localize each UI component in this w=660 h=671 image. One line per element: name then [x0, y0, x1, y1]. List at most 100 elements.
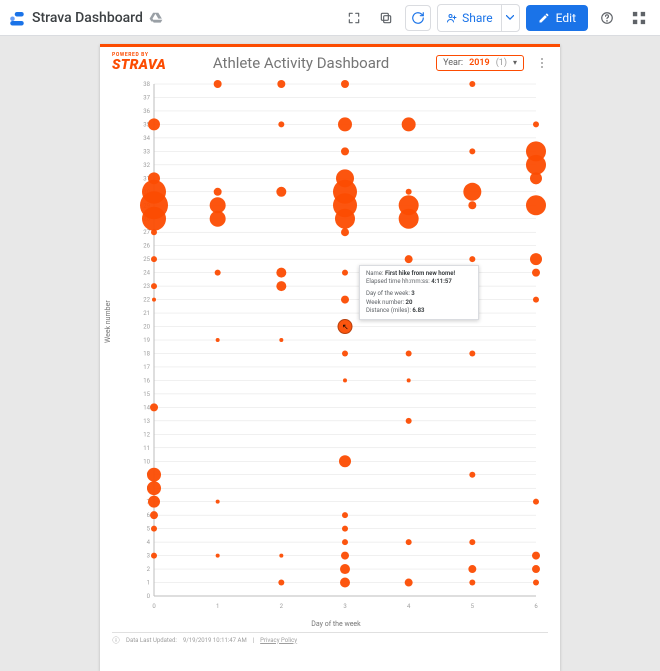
- report-footer: Data Last Updated: 9/19/2019 10:11:47 AM…: [112, 632, 548, 644]
- apps-grid-icon[interactable]: [626, 5, 652, 31]
- bubble[interactable]: [405, 255, 413, 263]
- bubble[interactable]: [142, 207, 166, 231]
- bubble[interactable]: [147, 468, 161, 482]
- bubble[interactable]: [530, 172, 542, 184]
- bubble[interactable]: [214, 188, 222, 196]
- doc-title[interactable]: Strava Dashboard: [32, 10, 143, 26]
- bubble[interactable]: [342, 512, 348, 518]
- bubble[interactable]: [151, 256, 157, 262]
- bubble[interactable]: [148, 118, 160, 130]
- bubble[interactable]: [469, 256, 475, 262]
- bubble[interactable]: [151, 553, 157, 559]
- bubble[interactable]: [340, 578, 350, 588]
- privacy-link[interactable]: Privacy Policy: [260, 637, 297, 644]
- bubble[interactable]: [342, 270, 348, 276]
- svg-text:5: 5: [147, 526, 151, 533]
- bubble[interactable]: [533, 121, 539, 127]
- bubble[interactable]: [151, 526, 157, 532]
- bubble[interactable]: [215, 270, 221, 276]
- datastudio-logo-icon: [8, 9, 26, 27]
- bubble[interactable]: [533, 297, 539, 303]
- bubble[interactable]: [342, 539, 348, 545]
- bubble[interactable]: [279, 338, 283, 342]
- canvas[interactable]: POWERED BY STRAVA Athlete Activity Dashb…: [0, 36, 660, 671]
- bubble[interactable]: [339, 455, 351, 467]
- svg-text:38: 38: [143, 81, 150, 88]
- bubble[interactable]: [469, 350, 475, 356]
- bubble[interactable]: [150, 403, 158, 411]
- fullscreen-button[interactable]: [341, 5, 367, 31]
- svg-text:10: 10: [143, 458, 150, 465]
- bubble[interactable]: [406, 350, 412, 356]
- svg-text:33: 33: [143, 148, 150, 155]
- chart-svg[interactable]: 0123456789101112131415161718192021222324…: [126, 78, 546, 618]
- bubble[interactable]: [469, 472, 475, 478]
- edit-button[interactable]: Edit: [526, 5, 588, 31]
- bubble[interactable]: [463, 183, 481, 201]
- chart-menu-button[interactable]: [536, 58, 548, 68]
- svg-text:0: 0: [147, 593, 151, 600]
- bubble[interactable]: [402, 117, 416, 131]
- help-button[interactable]: [594, 5, 620, 31]
- bubble[interactable]: [341, 228, 349, 236]
- bubble[interactable]: [276, 281, 286, 291]
- bubble[interactable]: [406, 189, 412, 195]
- bubble[interactable]: [278, 580, 284, 586]
- bubble[interactable]: [468, 565, 476, 573]
- bubble[interactable]: [343, 378, 347, 382]
- bubble[interactable]: [526, 195, 546, 215]
- bubble[interactable]: [148, 496, 160, 508]
- refresh-button[interactable]: [405, 5, 431, 31]
- bubble[interactable]: [214, 80, 222, 88]
- bubble[interactable]: [341, 147, 349, 155]
- bubble[interactable]: [338, 117, 352, 131]
- share-button[interactable]: Share: [438, 5, 501, 31]
- svg-text:18: 18: [143, 350, 150, 357]
- bubble[interactable]: [279, 554, 283, 558]
- bubble[interactable]: [150, 511, 158, 519]
- bubble[interactable]: [341, 80, 349, 88]
- bubble[interactable]: [216, 554, 220, 558]
- copy-button[interactable]: [373, 5, 399, 31]
- bubble[interactable]: [278, 121, 284, 127]
- bubble[interactable]: [469, 539, 475, 545]
- share-dropdown[interactable]: [501, 5, 519, 31]
- bubble[interactable]: [152, 298, 156, 302]
- bubble[interactable]: [341, 296, 349, 304]
- bubble[interactable]: [210, 211, 226, 227]
- bubble-chart[interactable]: Week number 0123456789101112131415161718…: [126, 78, 546, 628]
- bubble[interactable]: [469, 81, 475, 87]
- bubble[interactable]: [532, 552, 540, 560]
- bubble[interactable]: [276, 268, 286, 278]
- bubble[interactable]: [532, 269, 540, 277]
- bubble[interactable]: [151, 283, 157, 289]
- bubble[interactable]: [468, 201, 476, 209]
- bubble[interactable]: [335, 209, 355, 229]
- bubble[interactable]: [405, 579, 413, 587]
- bubble[interactable]: [407, 378, 411, 382]
- bubble[interactable]: [147, 481, 161, 495]
- bubble[interactable]: [276, 187, 286, 197]
- bubble[interactable]: [406, 418, 412, 424]
- x-axis-label: Day of the week: [126, 620, 546, 628]
- bubble[interactable]: [469, 148, 475, 154]
- bubble[interactable]: [341, 552, 349, 560]
- bubble[interactable]: [216, 500, 220, 504]
- bubble[interactable]: [340, 564, 350, 574]
- bubble[interactable]: [151, 229, 157, 235]
- bubble[interactable]: [533, 580, 539, 586]
- bubble[interactable]: [342, 526, 348, 532]
- bubble[interactable]: [406, 539, 412, 545]
- bubble[interactable]: [216, 338, 220, 342]
- svg-text:13: 13: [143, 418, 150, 425]
- bubble[interactable]: [342, 350, 348, 356]
- bubble[interactable]: [532, 565, 540, 573]
- bubble[interactable]: [399, 209, 419, 229]
- bubble[interactable]: [277, 80, 285, 88]
- bubble[interactable]: [469, 580, 475, 586]
- year-filter[interactable]: Year: 2019 (1) ▾: [436, 55, 524, 71]
- report-page: POWERED BY STRAVA Athlete Activity Dashb…: [100, 44, 560, 671]
- bubble[interactable]: [530, 253, 542, 265]
- bubble[interactable]: [533, 499, 539, 505]
- bubble[interactable]: [526, 155, 546, 175]
